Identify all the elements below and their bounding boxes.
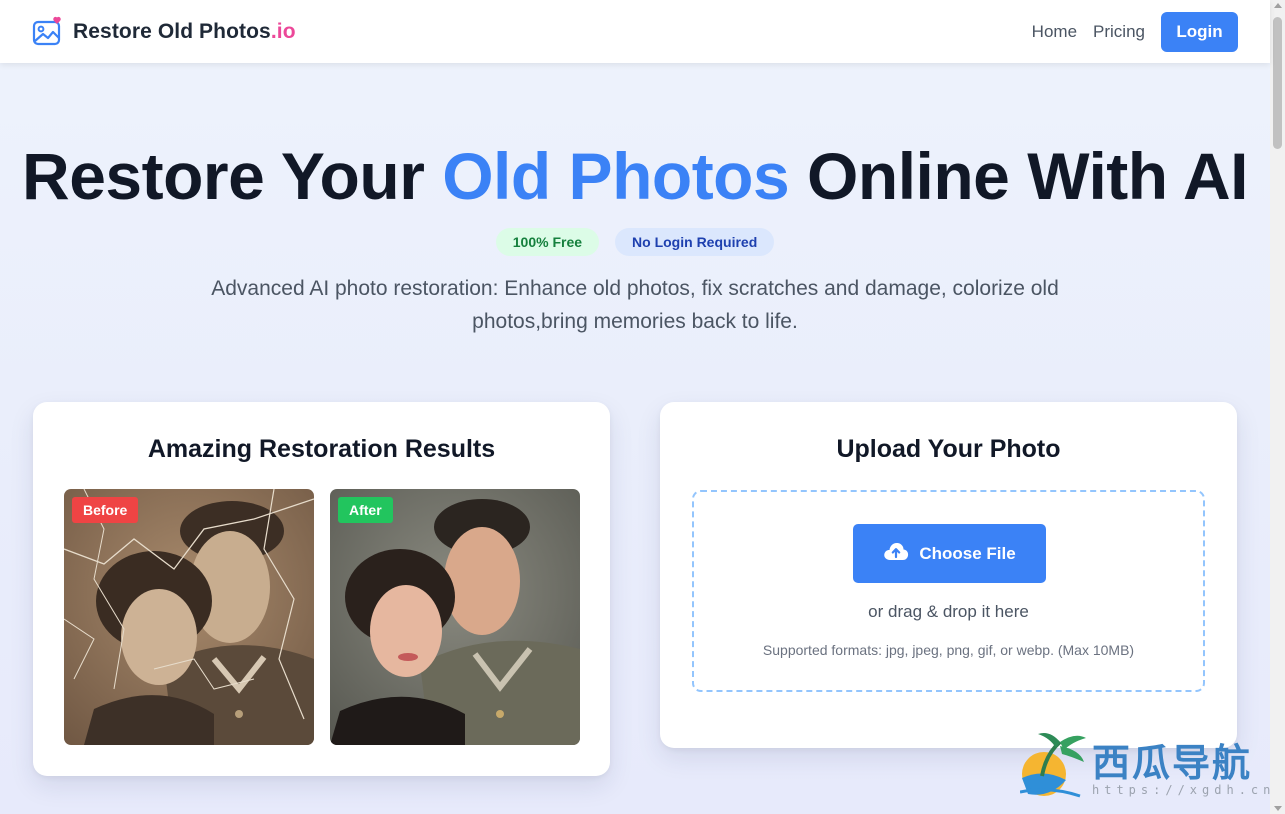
site-watermark: 西瓜导航 https://xgdh.cn (1020, 728, 1270, 804)
before-photo: Before (64, 489, 314, 745)
after-photo: After (330, 489, 580, 745)
drag-drop-hint: or drag & drop it here (868, 602, 1029, 621)
watermark-text: 西瓜导航 (1092, 740, 1253, 785)
upload-dropzone[interactable]: Choose File or drag & drop it here Suppo… (692, 490, 1205, 692)
supported-formats: Supported formats: jpg, jpeg, png, gif, … (762, 642, 1135, 658)
scroll-up-arrow-icon[interactable] (1274, 3, 1282, 8)
main-nav: Home Pricing Login (1032, 11, 1238, 52)
watermark-url: https://xgdh.cn (1092, 783, 1276, 797)
nav-pricing-link[interactable]: Pricing (1093, 22, 1145, 42)
scroll-down-arrow-icon[interactable] (1274, 806, 1282, 811)
choose-file-label: Choose File (919, 543, 1016, 563)
free-badge: 100% Free (495, 228, 600, 256)
cloud-upload-icon (883, 541, 909, 566)
scrollbar-thumb[interactable] (1273, 17, 1282, 149)
brand-name: Restore Old Photos.io (73, 19, 296, 43)
results-title: Amazing Restoration Results (147, 435, 496, 463)
login-button[interactable]: Login (1161, 11, 1238, 52)
title-accent: Old Photos (442, 139, 790, 213)
before-tag: Before (72, 497, 139, 523)
hero-subtitle: Advanced AI photo restoration: Enhance o… (211, 277, 1059, 333)
no-login-badge: No Login Required (615, 228, 775, 256)
image-heart-icon (32, 16, 64, 48)
brand-logo[interactable]: Restore Old Photos.io (32, 16, 296, 48)
nav-home-link[interactable]: Home (1032, 22, 1077, 42)
upload-card: Upload Your Photo Choose File or drag & … (660, 402, 1237, 748)
upload-title: Upload Your Photo (836, 435, 1061, 463)
results-card: Amazing Restoration Results Before After (33, 402, 610, 776)
feature-badges: 100% Free No Login Required (0, 228, 1270, 256)
brand-suffix: .io (270, 19, 296, 43)
top-navbar: Restore Old Photos.io Home Pricing Login (0, 0, 1270, 63)
after-tag: After (338, 497, 393, 523)
page-scrollbar[interactable] (1270, 0, 1285, 814)
choose-file-button[interactable]: Choose File (853, 524, 1046, 583)
page-title: Restore Your Old Photos Online With AI (22, 139, 1248, 213)
